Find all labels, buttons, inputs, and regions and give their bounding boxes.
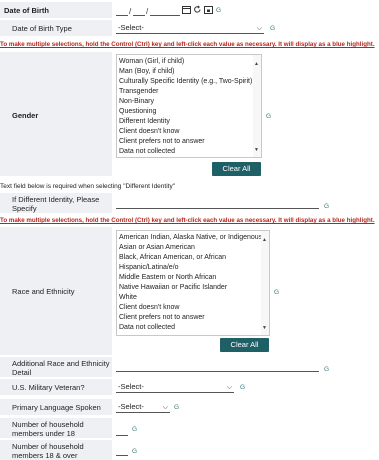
dob-type-label-cell: Date of Birth Type xyxy=(0,20,112,36)
diff-identity-g-marker: G xyxy=(324,203,330,210)
dob-sep-1: / xyxy=(129,7,132,16)
under18-g-marker: G xyxy=(132,426,138,433)
multi-select-warning-2: To make multiple selections, hold the Co… xyxy=(0,217,375,224)
race-clear-all-button[interactable]: Clear All xyxy=(220,338,269,352)
race-option[interactable]: Native Hawaiian or Pacific Islander xyxy=(119,284,227,292)
race-option[interactable]: Client prefers not to answer xyxy=(119,314,205,322)
under18-label-2: members under 18 xyxy=(12,429,75,438)
multi-select-warning-1: To make multiple selections, hold the Co… xyxy=(0,41,375,48)
gender-option[interactable]: Woman (Girl, if child) xyxy=(119,58,184,66)
scroll-down-icon[interactable]: ▼ xyxy=(262,325,267,331)
race-option[interactable]: American Indian, Alaska Native, or Indig… xyxy=(119,234,262,242)
scroll-up-icon[interactable]: ▲ xyxy=(254,61,259,67)
dob-type-label: Date of Birth Type xyxy=(12,24,72,33)
gender-listbox[interactable]: Woman (Girl, if child) Man (Boy, if chil… xyxy=(116,54,262,158)
dob-year-input[interactable] xyxy=(150,6,180,16)
gender-option[interactable]: Client doesn't know xyxy=(119,128,179,136)
gender-option[interactable]: Non-Binary xyxy=(119,98,154,106)
gender-option[interactable]: Culturally Specific Identity (e.g., Two-… xyxy=(119,78,252,86)
different-identity-note: Text field below is required when select… xyxy=(0,183,176,190)
veteran-g-marker: G xyxy=(240,384,246,391)
under18-label-1: Number of household xyxy=(12,420,84,429)
gender-option[interactable]: Data not collected xyxy=(119,148,175,156)
add-race-input[interactable] xyxy=(116,362,319,372)
gender-scrollbar[interactable]: ▲ ▼ xyxy=(253,55,261,157)
veteran-label-cell: U.S. Military Veteran? xyxy=(0,379,112,395)
over18-label-cell: Number of household members 18 & over xyxy=(0,440,112,460)
race-option[interactable]: Middle Eastern or North African xyxy=(119,274,216,282)
dob-sep-2: / xyxy=(146,7,149,16)
add-race-label-1: Additional Race and Ethnicity xyxy=(12,359,110,368)
gender-option[interactable]: Questioning xyxy=(119,108,156,116)
race-scrollbar[interactable]: ▲ ▼ xyxy=(261,231,269,335)
dob-label: Date of Birth xyxy=(4,6,49,15)
gender-label: Gender xyxy=(12,111,39,120)
gender-option[interactable]: Man (Boy, if child) xyxy=(119,68,175,76)
over18-label-2: members 18 & over xyxy=(12,451,78,460)
over18-label-1: Number of household xyxy=(12,442,84,451)
gender-option[interactable]: Client prefers not to answer xyxy=(119,138,205,146)
diff-identity-input[interactable] xyxy=(116,199,319,209)
race-option[interactable]: Data not collected xyxy=(119,324,175,332)
over18-g-marker: G xyxy=(132,448,138,455)
reset-icon[interactable] xyxy=(193,5,202,16)
veteran-value: -Select- xyxy=(118,382,144,391)
gender-label-cell: Gender xyxy=(0,52,112,176)
dob-type-value: -Select- xyxy=(118,23,144,32)
diff-identity-label-cell: If Different Identity, Please Specify xyxy=(0,193,112,213)
over18-input[interactable] xyxy=(116,446,128,456)
dob-g-marker: G xyxy=(216,7,222,14)
chevron-down-icon: ⌵ xyxy=(256,25,262,32)
language-select[interactable]: -Select- ⌵ xyxy=(116,402,170,413)
scroll-down-icon[interactable]: ▼ xyxy=(254,147,259,153)
gender-g-marker: G xyxy=(266,113,272,120)
dob-type-g-marker: G xyxy=(270,25,276,32)
dob-month-input[interactable] xyxy=(116,6,128,16)
gender-clear-all-button[interactable]: Clear All xyxy=(212,162,261,176)
race-option[interactable]: Hispanic/Latina/e/o xyxy=(119,264,179,272)
diff-identity-label-1: If Different Identity, Please xyxy=(12,195,100,204)
add-race-label-2: Detail xyxy=(12,368,32,377)
dob-label-cell: Date of Birth xyxy=(0,2,112,18)
add-race-label-cell: Additional Race and Ethnicity Detail xyxy=(0,357,112,377)
scroll-up-icon[interactable]: ▲ xyxy=(262,237,267,243)
veteran-label: U.S. Military Veteran? xyxy=(12,383,85,392)
add-race-g-marker: G xyxy=(324,366,330,373)
under18-label-cell: Number of household members under 18 xyxy=(0,418,112,438)
language-g-marker: G xyxy=(174,404,180,411)
calendar-today-icon[interactable] xyxy=(204,5,213,16)
dob-day-input[interactable] xyxy=(133,6,145,16)
veteran-select[interactable]: -Select- ⌵ xyxy=(116,382,234,393)
race-g-marker: G xyxy=(274,289,280,296)
race-option[interactable]: Black, African American, or African xyxy=(119,254,226,262)
race-option[interactable]: Asian or Asian American xyxy=(119,244,195,252)
under18-input[interactable] xyxy=(116,426,128,436)
race-listbox[interactable]: American Indian, Alaska Native, or Indig… xyxy=(116,230,270,336)
language-label-cell: Primary Language Spoken xyxy=(0,399,112,415)
chevron-down-icon: ⌵ xyxy=(226,384,232,391)
race-label: Race and Ethnicity xyxy=(12,287,75,296)
race-option[interactable]: White xyxy=(119,294,137,302)
calendar-icon[interactable] xyxy=(182,5,191,16)
diff-identity-label-2: Specify xyxy=(12,204,37,213)
race-label-cell: Race and Ethnicity xyxy=(0,227,112,355)
gender-option[interactable]: Different Identity xyxy=(119,118,170,126)
chevron-down-icon: ⌵ xyxy=(162,404,168,411)
dob-type-select[interactable]: -Select- ⌵ xyxy=(116,23,264,34)
language-label: Primary Language Spoken xyxy=(12,403,101,412)
language-value: -Select- xyxy=(118,402,144,411)
gender-option[interactable]: Transgender xyxy=(119,88,158,96)
race-option[interactable]: Client doesn't know xyxy=(119,304,179,312)
